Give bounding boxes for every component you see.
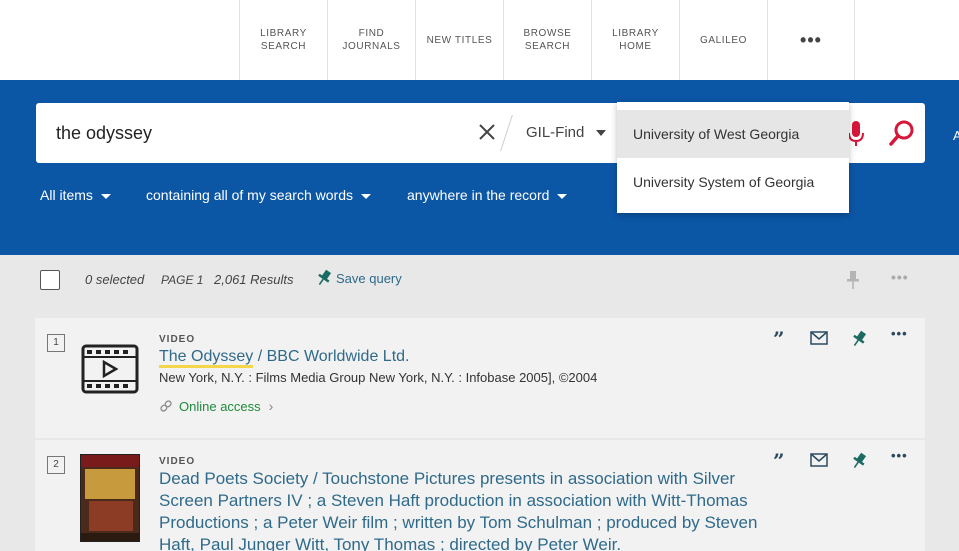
result-title-link[interactable]: Dead Poets Society / Touchstone Pictures… [159,468,779,551]
nav-label: GALILEO [700,34,747,46]
more-icon[interactable]: ••• [891,448,908,463]
nav-label: NEW TITLES [426,34,493,46]
page-indicator: PAGE 1 [161,273,204,287]
search-input[interactable]: the odyssey [56,103,152,163]
citation-icon[interactable]: ” [773,452,787,468]
nav-label: LIBRARY SEARCH [260,28,307,52]
email-icon[interactable] [810,452,828,468]
result-type: VIDEO [159,456,196,467]
citation-icon[interactable]: ” [773,330,787,346]
nav-library-home[interactable]: LIBRARY HOME [591,0,679,80]
filter-field[interactable]: anywhere in the record [407,184,568,206]
svg-text:”: ” [773,452,785,468]
nav-find-journals[interactable]: FIND JOURNALS [327,0,415,80]
chevron-down-icon [361,193,371,199]
scope-select[interactable]: GIL-Find [526,103,584,163]
more-icon: ••• [800,29,822,50]
more-icon[interactable]: ••• [891,269,909,285]
title-rest: / BBC Worldwide Ltd. [253,348,410,365]
save-query-label: Save query [336,270,402,286]
save-query-button[interactable]: Save query [316,269,402,287]
select-all-checkbox[interactable] [40,270,60,290]
nav-new-titles[interactable]: NEW TITLES [415,0,503,80]
pin-icon [318,269,332,286]
pin-icon[interactable] [845,270,861,290]
result-item: 1 VIDEO The Odyssey / BBC Worldwide Ltd.… [35,318,925,438]
search-icon[interactable] [888,119,916,147]
clear-icon[interactable] [476,121,498,143]
filter-label: containing all of my search words [146,187,353,203]
filter-match-mode[interactable]: containing all of my search words [146,184,371,206]
online-access-link[interactable]: Online access › [159,398,273,414]
results-count: 2,061 Results [214,272,294,287]
cover-thumbnail[interactable] [80,454,140,542]
email-icon[interactable] [810,330,828,346]
result-number: 2 [47,456,65,474]
nav-browse-search[interactable]: BROWSE SEARCH [503,0,591,80]
filter-item-type[interactable]: All items [40,184,111,206]
cutoff-text: A [953,128,959,143]
dropdown-option-uwg[interactable]: University of West Georgia [617,110,849,158]
nav-galileo[interactable]: GALILEO [679,0,767,80]
online-access-label: Online access [179,398,261,414]
divider [500,115,513,151]
microphone-icon[interactable] [848,119,864,149]
nav-label: FIND JOURNALS [342,28,401,52]
video-icon [81,344,139,394]
nav-more-button[interactable]: ••• [767,0,855,80]
top-navigation: LIBRARY SEARCH FIND JOURNALS NEW TITLES … [0,0,959,80]
result-title-link[interactable]: The Odyssey / BBC Worldwide Ltd. [159,346,409,368]
link-icon [160,400,172,412]
highlighted-term: The Odyssey [159,348,254,368]
chevron-down-icon[interactable] [596,130,606,136]
svg-text:”: ” [773,330,785,346]
result-type: VIDEO [159,334,196,345]
pin-icon[interactable] [851,330,867,348]
more-icon[interactable]: ••• [891,326,908,341]
pin-icon[interactable] [851,452,867,470]
filter-label: All items [40,187,93,203]
scope-dropdown: University of West Georgia University Sy… [617,102,849,213]
dropdown-option-usg[interactable]: University System of Georgia [617,158,849,206]
chevron-down-icon [557,193,568,199]
filter-label: anywhere in the record [407,187,550,203]
selected-count: 0 selected [85,272,145,287]
chevron-right-icon: › [268,398,274,414]
result-publisher: New York, N.Y. : Films Media Group New Y… [159,370,598,385]
result-number: 1 [47,334,65,352]
result-item: 2 VIDEO Dead Poets Society / Touchstone … [35,440,925,551]
nav-label: LIBRARY HOME [612,28,659,52]
nav-library-search[interactable]: LIBRARY SEARCH [239,0,327,80]
nav-label: BROWSE SEARCH [523,28,572,52]
chevron-down-icon [100,193,111,199]
results-toolbar: 0 selected PAGE 1 2,061 Results Save que… [0,255,959,315]
